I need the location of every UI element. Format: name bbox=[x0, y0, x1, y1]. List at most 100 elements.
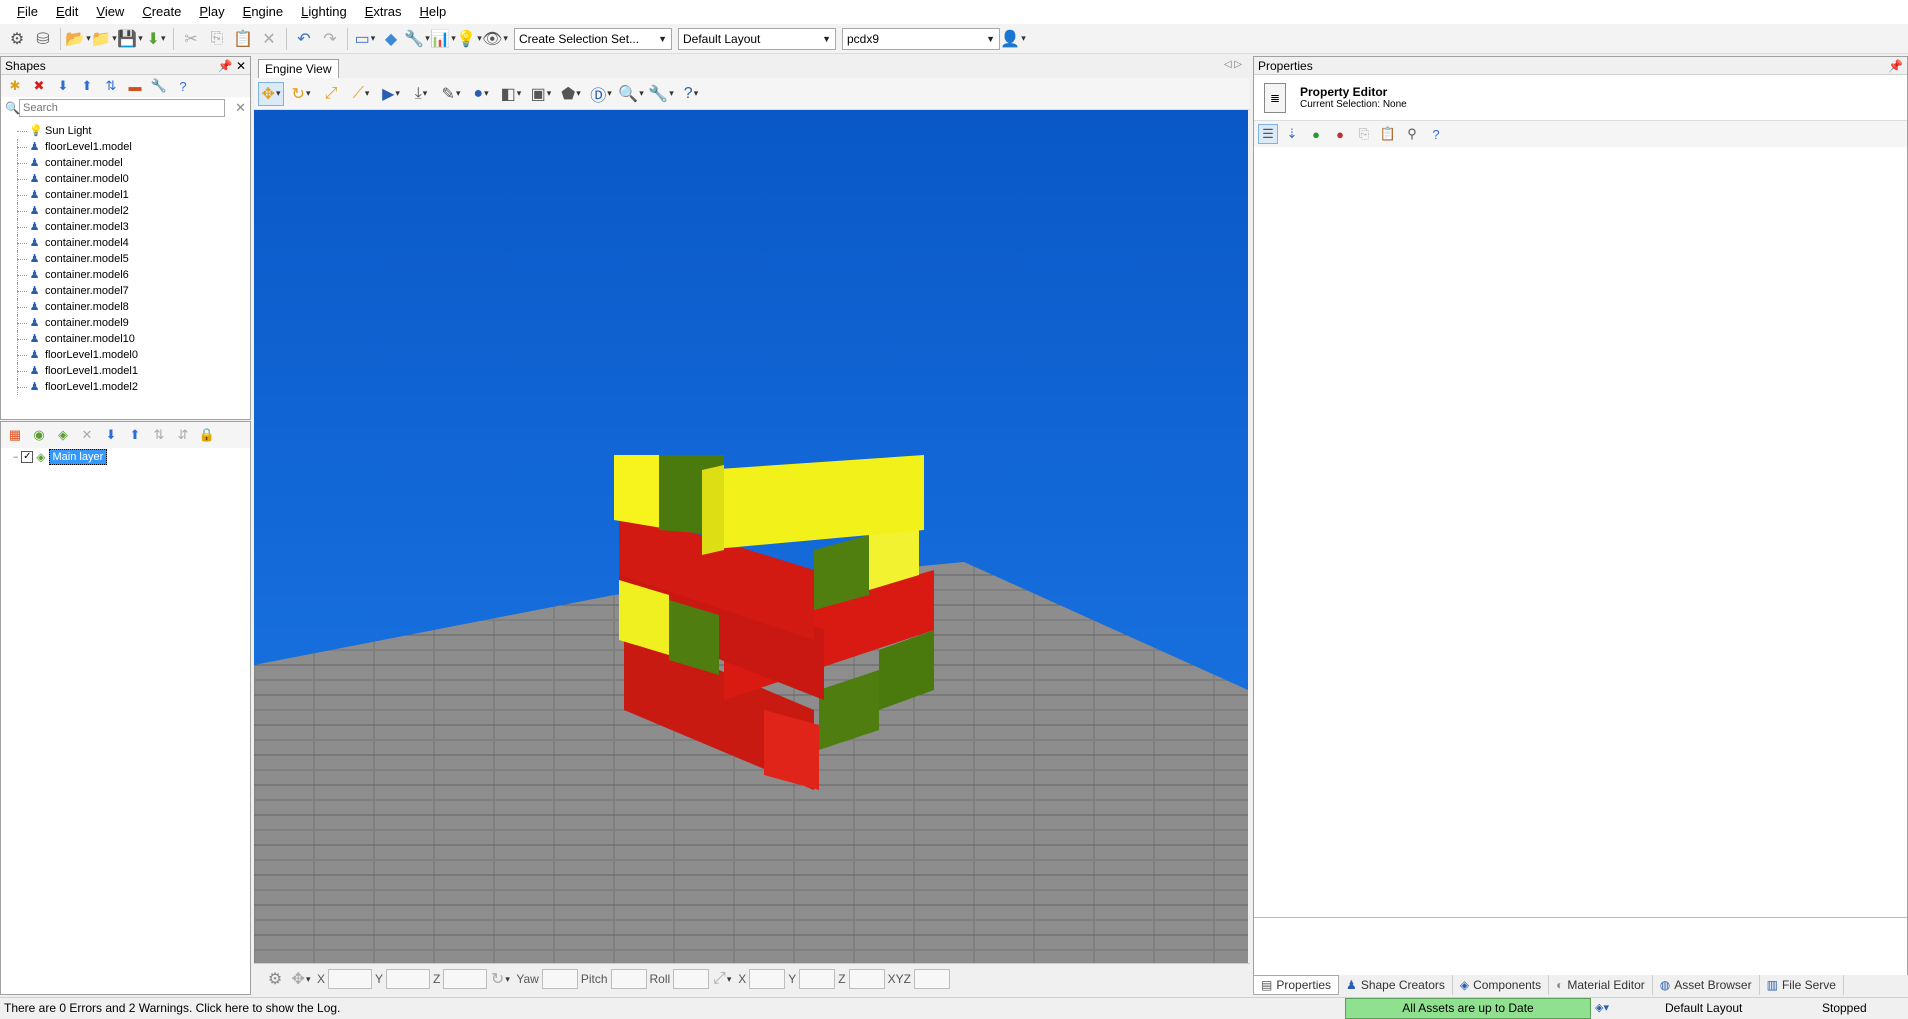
copy-icon[interactable]: ⎘ bbox=[204, 27, 230, 51]
tab-properties[interactable]: ▤ Properties bbox=[1253, 975, 1340, 995]
tree-item-shape[interactable]: ♟ container.model10 bbox=[1, 331, 250, 347]
profile-combo[interactable]: pcdx9 ▼ bbox=[842, 27, 1000, 50]
menu-play[interactable]: Play bbox=[190, 0, 233, 24]
rotate-icon[interactable]: ↻ bbox=[487, 967, 513, 991]
tree-item-shape[interactable]: ♟ floorLevel1.model0 bbox=[1, 347, 250, 363]
play-icon[interactable]: ▶ bbox=[378, 82, 404, 106]
tab-material-editor[interactable]: ◐ Material Editor bbox=[1549, 975, 1653, 995]
delete-icon[interactable]: ✕ bbox=[256, 27, 282, 51]
open-scene-icon[interactable]: 📁 bbox=[91, 27, 117, 51]
rotate-gizmo-icon[interactable]: ↻ bbox=[288, 82, 314, 106]
cube-icon[interactable]: ◆ bbox=[378, 27, 404, 51]
clear-search-icon[interactable]: ✕ bbox=[235, 100, 246, 116]
box-icon[interactable]: ▣ bbox=[528, 82, 554, 106]
stats-icon[interactable]: 📊 bbox=[430, 27, 456, 51]
categorized-icon[interactable]: ☰ bbox=[1258, 124, 1278, 144]
paint-icon[interactable]: ✎ bbox=[438, 82, 464, 106]
move-gizmo-icon[interactable]: ✥ bbox=[258, 81, 284, 106]
new-folder-icon[interactable]: ✱ bbox=[5, 76, 25, 96]
cancel-icon[interactable]: ● bbox=[1330, 124, 1350, 144]
menu-create[interactable]: Create bbox=[133, 0, 190, 24]
help-icon[interactable]: ? bbox=[173, 76, 193, 96]
new-layer-icon[interactable]: ▦ bbox=[5, 425, 25, 445]
add-layer-icon[interactable]: ◉ bbox=[29, 425, 49, 445]
tree-item-shape[interactable]: ♟ container.model3 bbox=[1, 219, 250, 235]
shield-icon[interactable]: ⬟ bbox=[558, 82, 584, 106]
menu-view[interactable]: View bbox=[87, 0, 133, 24]
user-icon[interactable]: 👤 bbox=[1000, 27, 1026, 51]
debug-icon[interactable]: Ⓓ bbox=[588, 82, 614, 106]
undo-icon[interactable]: ↶ bbox=[291, 27, 317, 51]
search-input[interactable] bbox=[19, 99, 226, 117]
link-icon[interactable]: ⟋ bbox=[348, 82, 374, 106]
layer-visible-checkbox[interactable]: ✓ bbox=[21, 451, 34, 463]
tree-item-shape[interactable]: ♟ container.model0 bbox=[1, 171, 250, 187]
paste-icon[interactable]: 📋 bbox=[1378, 124, 1398, 144]
asset-tools-icon[interactable]: ◈▾ bbox=[1595, 1001, 1609, 1014]
tools-icon[interactable]: 🔧 bbox=[149, 76, 169, 96]
z-field[interactable] bbox=[443, 969, 488, 989]
window-layout-icon[interactable]: ▭ bbox=[352, 27, 378, 51]
open-folder-icon[interactable]: 📂 bbox=[65, 27, 91, 51]
scale-xyz-field[interactable] bbox=[913, 969, 950, 989]
menu-engine[interactable]: Engine bbox=[234, 0, 292, 24]
tree-item-shape[interactable]: ♟ container.model4 bbox=[1, 235, 250, 251]
scale-icon[interactable]: ⤢ bbox=[709, 967, 735, 991]
save-icon[interactable]: 💾 bbox=[117, 27, 143, 51]
export-icon[interactable]: ⬇ bbox=[143, 27, 169, 51]
collapse-icon[interactable]: − bbox=[13, 452, 18, 462]
tree-item-shape[interactable]: ♟ container.model bbox=[1, 155, 250, 171]
sort-alpha-icon[interactable]: ⇣ bbox=[1282, 124, 1302, 144]
settings-icon[interactable]: ⚙ bbox=[4, 27, 30, 51]
paste-icon[interactable]: 📋 bbox=[230, 27, 256, 51]
copy-icon[interactable]: ⎘ bbox=[1354, 124, 1374, 144]
scale-z-field[interactable] bbox=[848, 969, 885, 989]
redo-icon[interactable]: ↷ bbox=[317, 27, 343, 51]
viewport-3d[interactable] bbox=[254, 110, 1248, 963]
move-down-icon[interactable]: ⬇ bbox=[53, 76, 73, 96]
layer-row[interactable]: − ✓ ◈ Main layer bbox=[1, 448, 250, 466]
tab-asset-browser[interactable]: ◍ Asset Browser bbox=[1653, 975, 1760, 995]
pin-icon[interactable]: 📌 bbox=[218, 59, 233, 73]
lock-icon[interactable]: 🔒 bbox=[197, 425, 217, 445]
sort-alt-icon[interactable]: ⇵ bbox=[173, 425, 193, 445]
menu-extras[interactable]: Extras bbox=[356, 0, 411, 24]
disk-icon[interactable]: ⛁ bbox=[30, 27, 56, 51]
tab-nav-arrows[interactable]: ◁ ▷ bbox=[1224, 59, 1242, 70]
menu-file[interactable]: File bbox=[8, 0, 47, 24]
tree-item-shape[interactable]: ♟ container.model9 bbox=[1, 315, 250, 331]
log-status-link[interactable]: There are 0 Errors and 2 Warnings. Click… bbox=[4, 1001, 340, 1015]
eye-icon[interactable]: 👁 bbox=[482, 27, 508, 51]
filter-icon[interactable]: ⚲ bbox=[1402, 124, 1422, 144]
roll-field[interactable] bbox=[673, 969, 710, 989]
yaw-field[interactable] bbox=[541, 969, 578, 989]
scale-gizmo-icon[interactable]: ⤢ bbox=[318, 82, 344, 106]
import-layer-icon[interactable]: ◈ bbox=[53, 425, 73, 445]
tab-components[interactable]: ◈ Components bbox=[1453, 975, 1550, 995]
tree-item-shape[interactable]: ♟ container.model6 bbox=[1, 267, 250, 283]
settings-icon[interactable]: ⚙ bbox=[262, 967, 288, 991]
tab-shape-creators[interactable]: ♟ Shape Creators bbox=[1339, 975, 1453, 995]
sort-icon[interactable]: ⇅ bbox=[101, 76, 121, 96]
tree-item-shape[interactable]: ♟ container.model2 bbox=[1, 203, 250, 219]
remove-icon[interactable]: ✖ bbox=[29, 76, 49, 96]
close-icon[interactable]: ✕ bbox=[236, 59, 246, 73]
zoom-icon[interactable]: 🔍 bbox=[618, 82, 644, 106]
tree-item-shape[interactable]: ♟ floorLevel1.model2 bbox=[1, 379, 250, 395]
tree-item-shape[interactable]: ♟ container.model7 bbox=[1, 283, 250, 299]
apply-icon[interactable]: ● bbox=[1306, 124, 1326, 144]
tree-item-shape[interactable]: ♟ floorLevel1.model bbox=[1, 139, 250, 155]
tab-file-serve[interactable]: ▥ File Serve bbox=[1760, 975, 1844, 995]
y-field[interactable] bbox=[386, 969, 431, 989]
menu-help[interactable]: Help bbox=[411, 0, 456, 24]
x-field[interactable] bbox=[328, 969, 373, 989]
pin-icon[interactable]: 📌 bbox=[1888, 57, 1903, 74]
tree-item-shape[interactable]: ♟ floorLevel1.model1 bbox=[1, 363, 250, 379]
move-icon[interactable]: ✥ bbox=[288, 967, 314, 991]
drop-icon[interactable]: ⤓ bbox=[408, 82, 434, 106]
selection-set-combo[interactable]: Create Selection Set... ▼ bbox=[514, 27, 672, 50]
cut-icon[interactable]: ✂ bbox=[178, 27, 204, 51]
splitter[interactable] bbox=[1254, 917, 1907, 918]
delete-layer-icon[interactable]: ✕ bbox=[77, 425, 97, 445]
move-up-icon[interactable]: ⬆ bbox=[125, 425, 145, 445]
